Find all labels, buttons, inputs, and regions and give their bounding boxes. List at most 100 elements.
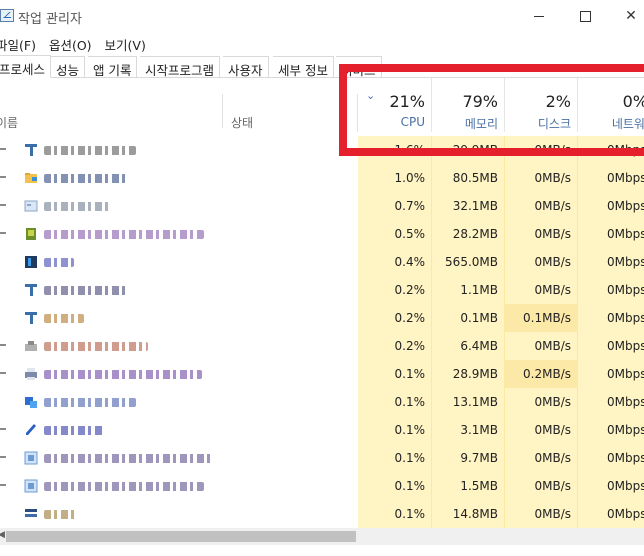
network-cell: 0Mbps [577, 164, 644, 192]
table-row[interactable]: 0.1% 3.1MB 0MB/s 0Mbps [0, 416, 644, 444]
disk-cell: 0MB/s [504, 444, 577, 472]
column-status[interactable]: 상태 [231, 114, 253, 131]
memory-cell: 1.5MB [431, 472, 504, 500]
highlight-annotation [339, 64, 644, 156]
table-row[interactable]: 0.1% 9.7MB 0MB/s 0Mbps [0, 444, 644, 472]
expand-icon[interactable] [0, 484, 6, 486]
window-title: 작업 관리자 [18, 12, 82, 27]
horizontal-scrollbar[interactable]: ◀ [0, 528, 644, 545]
task-manager-icon [0, 9, 14, 22]
cpu-cell: 1.0% [358, 164, 431, 192]
network-cell: 0Mbps [577, 332, 644, 360]
disk-cell: 0MB/s [504, 500, 577, 528]
table-row[interactable]: 0.2% 1.1MB 0MB/s 0Mbps [0, 276, 644, 304]
disk-cell: 0MB/s [504, 416, 577, 444]
memory-cell: 6.4MB [431, 332, 504, 360]
expand-icon[interactable] [0, 204, 6, 206]
disk-cell: 0MB/s [504, 192, 577, 220]
process-list: 1.6% 29.9MB 0MB/s 0Mbps 1.0% 80.5MB 0MB/s 0Mbps… [0, 136, 644, 528]
process-name-redacted [44, 230, 204, 239]
process-name-redacted [44, 258, 74, 267]
cpu-cell: 0.1% [358, 360, 431, 388]
cpu-cell: 0.1% [358, 472, 431, 500]
process-name-redacted [44, 342, 148, 351]
menu-options[interactable]: 옵션(O) [49, 32, 99, 54]
table-row[interactable]: 0.7% 32.1MB 0MB/s 0Mbps [0, 192, 644, 220]
tab-performance[interactable]: 성능 [51, 56, 86, 78]
generic-app-icon [24, 311, 38, 325]
title-bar: 작업 관리자 ✕ [0, 0, 644, 32]
green-app-icon [24, 227, 38, 241]
disk-cell: 0MB/s [504, 388, 577, 416]
close-button[interactable]: ✕ [608, 0, 644, 32]
network-cell: 0Mbps [577, 276, 644, 304]
window-icon [24, 199, 38, 213]
process-name-redacted [44, 286, 126, 295]
disk-cell: 0MB/s [504, 472, 577, 500]
maximize-button[interactable] [562, 0, 608, 32]
process-name-redacted [44, 454, 214, 463]
cpu-cell: 0.2% [358, 332, 431, 360]
expand-icon[interactable] [0, 148, 6, 150]
table-row[interactable]: 0.5% 28.2MB 0MB/s 0Mbps [0, 220, 644, 248]
network-cell: 0Mbps [577, 360, 644, 388]
close-icon: ✕ [625, 8, 637, 24]
process-name-redacted [44, 202, 112, 211]
disk-cell: 0MB/s [504, 332, 577, 360]
process-name-redacted [44, 510, 78, 519]
service-icon [24, 507, 38, 521]
gear-app-icon [24, 339, 38, 353]
disk-cell: 0MB/s [504, 164, 577, 192]
expand-icon[interactable] [0, 176, 6, 178]
menu-file[interactable]: 파일(F) [0, 32, 43, 54]
table-row[interactable]: 0.4% 565.0MB 0MB/s 0Mbps [0, 248, 644, 276]
tab-startup[interactable]: 시작프로그램 [140, 56, 221, 78]
tab-processes[interactable]: 프로세스 [0, 55, 52, 78]
table-row[interactable]: 0.1% 28.9MB 0.2MB/s 0Mbps [0, 360, 644, 388]
process-name-redacted [44, 174, 126, 183]
expand-icon[interactable] [0, 428, 6, 430]
cpu-cell: 0.2% [358, 304, 431, 332]
minimize-button[interactable] [516, 0, 562, 32]
disk-cell: 0.1MB/s [504, 304, 577, 332]
generic-app-icon [24, 143, 38, 157]
expand-icon[interactable] [0, 232, 6, 234]
process-name-redacted [44, 426, 104, 435]
table-row[interactable]: 0.2% 6.4MB 0MB/s 0Mbps [0, 332, 644, 360]
column-name[interactable]: 이름 [0, 114, 18, 131]
table-row[interactable]: 0.1% 1.5MB 0MB/s 0Mbps [0, 472, 644, 500]
cpu-cell: 0.1% [358, 388, 431, 416]
memory-cell: 80.5MB [431, 164, 504, 192]
scrollbar-thumb[interactable] [6, 531, 356, 542]
network-cell: 0Mbps [577, 472, 644, 500]
menu-view[interactable]: 보기(V) [105, 32, 153, 54]
expand-icon[interactable] [0, 344, 6, 346]
disk-cell: 0MB/s [504, 220, 577, 248]
maximize-icon [579, 10, 591, 22]
disk-cell: 0MB/s [504, 276, 577, 304]
generic-app-icon [24, 283, 38, 297]
network-cell: 0Mbps [577, 192, 644, 220]
table-row[interactable]: 0.1% 14.8MB 0MB/s 0Mbps [0, 500, 644, 528]
network-cell: 0Mbps [577, 500, 644, 528]
table-row[interactable]: 0.1% 13.1MB 0MB/s 0Mbps [0, 388, 644, 416]
disk-cell: 0.2MB/s [504, 360, 577, 388]
table-row[interactable]: 1.0% 80.5MB 0MB/s 0Mbps [0, 164, 644, 192]
column-divider[interactable] [222, 94, 223, 128]
network-cell: 0Mbps [577, 444, 644, 472]
expand-icon[interactable] [0, 372, 6, 374]
printer-icon [24, 367, 38, 381]
folder-icon [24, 171, 38, 185]
network-cell: 0Mbps [577, 388, 644, 416]
tab-details[interactable]: 세부 정보 [273, 56, 334, 78]
tab-app-history[interactable]: 앱 기록 [88, 56, 138, 78]
expand-icon[interactable] [0, 456, 6, 458]
memory-cell: 1.1MB [431, 276, 504, 304]
cpu-cell: 0.1% [358, 444, 431, 472]
scroll-left-icon[interactable]: ◀ [0, 530, 5, 540]
table-row[interactable]: 0.2% 0.1MB 0.1MB/s 0Mbps [0, 304, 644, 332]
footer [0, 545, 644, 556]
tab-users[interactable]: 사용자 [223, 56, 269, 78]
memory-cell: 9.7MB [431, 444, 504, 472]
cpu-cell: 0.5% [358, 220, 431, 248]
